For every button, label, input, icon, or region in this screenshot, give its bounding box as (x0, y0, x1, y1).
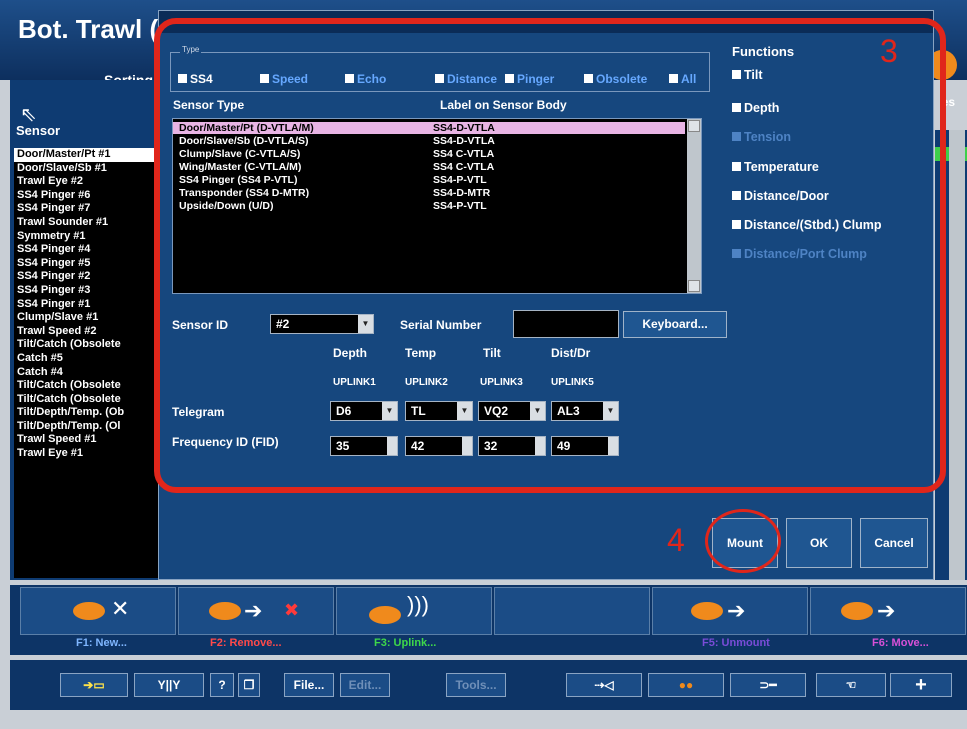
sensor-list-item[interactable]: SS4 Pinger #3 (14, 284, 158, 298)
fkey-label: F3: Uplink... (374, 637, 437, 649)
sensor-oval-icon (209, 602, 241, 620)
sensor-list-item[interactable]: Trawl Eye #1 (14, 447, 158, 461)
sensor-oval-icon (691, 602, 723, 620)
sensor-list-item[interactable]: Trawl Speed #1 (14, 433, 158, 447)
step-number-annotation: 4 (667, 522, 685, 558)
edit-menu-button[interactable]: Edit... (340, 673, 390, 697)
help-button[interactable]: ? (210, 673, 234, 697)
sensor-list-header: Sensor (16, 123, 61, 138)
sensor-list-item[interactable]: SS4 Pinger #6 (14, 189, 158, 203)
key-icon-button[interactable]: ⊃━ (730, 673, 806, 697)
hand-icon-button[interactable]: ☜ (816, 673, 886, 697)
plus-button[interactable]: + (890, 673, 952, 697)
sensor-list-item[interactable]: Tilt/Depth/Temp. (Ol (14, 420, 158, 434)
sensor-list-item[interactable]: Catch #4 (14, 366, 158, 380)
sensors-icon-button[interactable]: ●● (648, 673, 724, 697)
sensor-list-item[interactable]: Clump/Slave #1 (14, 311, 158, 325)
sensor-list-item[interactable]: Catch #5 (14, 352, 158, 366)
arrow-right-icon: ➔ (244, 598, 263, 623)
step-number-annotation: 3 (880, 33, 898, 69)
move-arrow-icon: ➔ (877, 598, 896, 623)
sensor-list-item[interactable]: SS4 Pinger #7 (14, 202, 158, 216)
sensor-list-item[interactable]: Symmetry #1 (14, 230, 158, 244)
sensor-list-item[interactable]: Trawl Speed #2 (14, 325, 158, 339)
fkey-label: F5: Unmount (702, 637, 770, 649)
sensor-list-item[interactable]: Tilt/Catch (Obsolete (14, 379, 158, 393)
signal-icon: ))) (407, 592, 429, 617)
fkey-label: F2: Remove... (210, 637, 282, 649)
sensor-oval-icon (841, 602, 873, 620)
empty-function-key[interactable] (494, 587, 650, 635)
uplink-button[interactable]: ))) (336, 587, 492, 635)
bottom-toolbar: ➔▭ Y||Y ? ❐ File... Edit... Tools... ⇢◁ … (10, 660, 967, 710)
app-title: Bot. Trawl (1 (18, 14, 173, 44)
move-sensor-button[interactable]: ➔ (810, 587, 966, 635)
sensor-list[interactable]: Door/Master/Pt #1 Door/Slave/Sb #1 Trawl… (14, 148, 158, 578)
copy-icon-button[interactable]: ❐ (238, 673, 260, 697)
cancel-button[interactable]: Cancel (860, 518, 928, 568)
sensor-list-item[interactable]: Trawl Sounder #1 (14, 216, 158, 230)
new-sensor-button[interactable]: ✕ (20, 587, 176, 635)
sensor-list-item[interactable]: Door/Slave/Sb #1 (14, 162, 158, 176)
sensor-list-item[interactable]: Tilt/Depth/Temp. (Ob (14, 406, 158, 420)
trawl-icon-button[interactable]: ⇢◁ (566, 673, 642, 697)
highlight-box-annotation (154, 18, 946, 493)
sensor-list-item[interactable]: Door/Master/Pt #1 (14, 148, 158, 162)
file-menu-button[interactable]: File... (284, 673, 334, 697)
remove-icon: ✖ (284, 600, 300, 620)
right-scrollbar[interactable] (949, 130, 965, 580)
highlight-circle-annotation (705, 509, 781, 573)
fkey-label: F1: New... (76, 637, 127, 649)
sensor-list-item[interactable]: Tilt/Catch (Obsolete (14, 338, 158, 352)
tools-menu-button[interactable]: Tools... (446, 673, 506, 697)
sensor-oval-icon (369, 606, 401, 624)
sensor-list-item[interactable]: SS4 Pinger #5 (14, 257, 158, 271)
sensor-list-item[interactable]: SS4 Pinger #4 (14, 243, 158, 257)
ok-button[interactable]: OK (786, 518, 852, 568)
function-key-bar: ✕ ➔ ✖ ))) ➔ ➔ F1: New... F2: Remove... F… (10, 585, 967, 655)
sensor-list-item[interactable]: Tilt/Catch (Obsolete (14, 393, 158, 407)
fkey-label: F6: Move... (872, 637, 929, 649)
remove-sensor-button[interactable]: ➔ ✖ (178, 587, 334, 635)
unmount-button[interactable]: ➔ (652, 587, 808, 635)
sensor-oval-icon (73, 602, 105, 620)
new-icon: ✕ (111, 596, 130, 621)
sensor-list-item[interactable]: Trawl Eye #2 (14, 175, 158, 189)
sensor-list-item[interactable]: SS4 Pinger #1 (14, 298, 158, 312)
sensor-arrow-icon-button[interactable]: ➔▭ (60, 673, 128, 697)
net-icon-button[interactable]: Y||Y (134, 673, 204, 697)
unmount-arrow-icon: ➔ (727, 598, 746, 623)
sensor-list-item[interactable]: SS4 Pinger #2 (14, 270, 158, 284)
